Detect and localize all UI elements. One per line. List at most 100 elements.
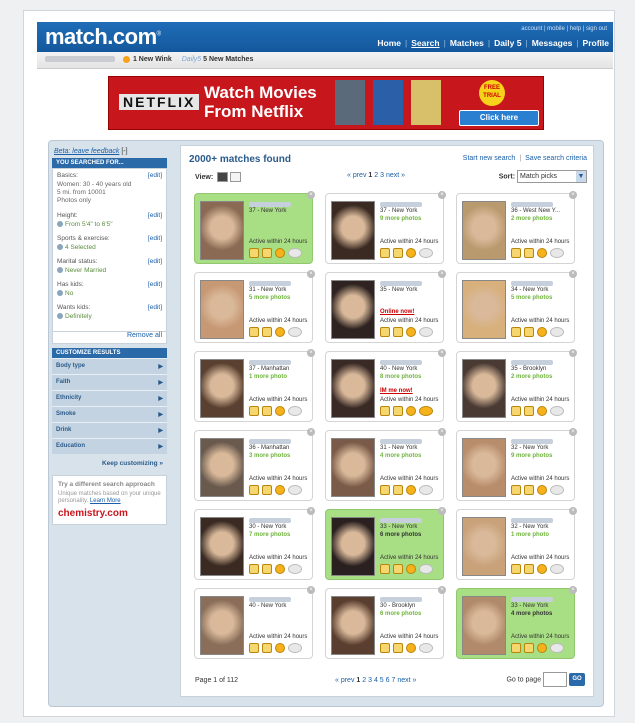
edit-link[interactable]: [edit]	[148, 281, 162, 288]
remove-all-link[interactable]: Remove all	[57, 332, 162, 339]
match-card[interactable]: 34 - New York 5 more photos Active within …	[456, 270, 577, 343]
more-photos-link[interactable]: 5 more photos	[249, 295, 290, 301]
more-photos-link[interactable]: 7 more photos	[249, 532, 290, 538]
email-icon[interactable]	[524, 485, 534, 495]
grid-view-icon[interactable]	[217, 172, 229, 182]
email-icon[interactable]	[393, 643, 403, 653]
smile-icon[interactable]	[537, 248, 547, 258]
close-icon[interactable]: ×	[569, 507, 577, 515]
email-icon[interactable]	[262, 406, 272, 416]
chat-icon[interactable]	[419, 327, 433, 337]
wink-icon[interactable]	[249, 564, 259, 574]
close-icon[interactable]: ×	[438, 270, 446, 278]
smile-icon[interactable]	[406, 564, 416, 574]
wink-icon[interactable]	[249, 643, 259, 653]
profile-name-blurred[interactable]	[249, 360, 291, 365]
more-photos-link[interactable]: 1 more photo	[511, 532, 549, 538]
smile-icon[interactable]	[537, 327, 547, 337]
match-card[interactable]: 31 - New York 5 more photos Active within …	[194, 270, 315, 343]
new-matches-link[interactable]: 5 New Matches	[203, 56, 253, 63]
match-card[interactable]: 30 - New York 7 more photos Active within …	[194, 507, 315, 580]
nav-profile[interactable]: Profile	[583, 38, 609, 48]
smile-icon[interactable]	[537, 406, 547, 416]
more-photos-link[interactable]: 4 more photos	[380, 453, 421, 459]
remove-criteria-icon[interactable]	[57, 267, 63, 274]
profile-name-blurred[interactable]	[249, 518, 291, 523]
profile-name-blurred[interactable]	[380, 360, 422, 365]
close-icon[interactable]: ×	[307, 586, 315, 594]
close-icon[interactable]: ×	[438, 349, 446, 357]
email-icon[interactable]	[524, 406, 534, 416]
more-photos-link[interactable]: 2 more photos	[511, 216, 552, 222]
match-card[interactable]: 35 - New York Online now! Active within 24…	[325, 270, 446, 343]
click-here-button[interactable]: Click here	[459, 110, 539, 126]
sort-select[interactable]: Match picks ▼	[517, 170, 587, 183]
online-status-link[interactable]: Online now!	[380, 309, 414, 315]
wink-icon[interactable]	[511, 564, 521, 574]
profile-name-blurred[interactable]	[380, 518, 422, 523]
smile-icon[interactable]	[275, 485, 285, 495]
customize-item[interactable]: Drink ▶	[52, 422, 167, 438]
edit-link[interactable]: [edit]	[148, 258, 162, 265]
account-links[interactable]: account | mobile | help | sign out	[521, 26, 607, 32]
match-card[interactable]: 36 - Manhattan 3 more photos Active within…	[194, 428, 315, 501]
netflix-ad-banner[interactable]: NETFLIX Watch Movies From Netflix FREE TR…	[108, 76, 544, 130]
more-photos-link[interactable]: 8 more photos	[380, 374, 421, 380]
match-card[interactable]: 37 - New York Active within 24 hours ×	[194, 191, 315, 264]
email-icon[interactable]	[524, 327, 534, 337]
wink-icon[interactable]	[380, 248, 390, 258]
wink-icon[interactable]	[249, 406, 259, 416]
profile-name-blurred[interactable]	[249, 281, 291, 286]
smile-icon[interactable]	[275, 564, 285, 574]
more-photos-link[interactable]: 4 more photos	[511, 611, 552, 617]
smile-icon[interactable]	[406, 327, 416, 337]
nav-home[interactable]: Home	[377, 38, 401, 48]
chat-icon[interactable]	[419, 643, 433, 653]
wink-icon[interactable]	[511, 643, 521, 653]
wink-icon[interactable]	[511, 406, 521, 416]
email-icon[interactable]	[262, 485, 272, 495]
chat-icon[interactable]	[419, 564, 433, 574]
profile-photo[interactable]	[331, 359, 375, 418]
wink-icon[interactable]	[380, 643, 390, 653]
email-icon[interactable]	[524, 643, 534, 653]
profile-photo[interactable]	[331, 201, 375, 260]
keep-customizing-link[interactable]: Keep customizing »	[52, 454, 167, 473]
wink-icon[interactable]	[511, 327, 521, 337]
match-card[interactable]: 33 - New York 4 more photos Active within …	[456, 586, 577, 659]
close-icon[interactable]: ×	[569, 191, 577, 199]
remove-criteria-icon[interactable]	[57, 290, 63, 297]
email-icon[interactable]	[262, 643, 272, 653]
edit-link[interactable]: [edit]	[148, 304, 162, 311]
email-icon[interactable]	[524, 564, 534, 574]
profile-name-blurred[interactable]	[511, 281, 553, 286]
chemistry-logo[interactable]: chemistry.com	[58, 508, 161, 519]
wink-icon[interactable]	[380, 406, 390, 416]
match-card[interactable]: 31 - New York 4 more photos Active within …	[325, 428, 446, 501]
more-photos-link[interactable]: 3 more photos	[249, 453, 290, 459]
profile-photo[interactable]	[462, 517, 506, 576]
go-button[interactable]: GO	[569, 673, 585, 686]
match-logo[interactable]: match.com®	[45, 24, 161, 50]
profile-name-blurred[interactable]	[511, 360, 553, 365]
match-card[interactable]: 33 - New York 6 more photos Active within …	[325, 507, 446, 580]
chat-icon[interactable]	[419, 248, 433, 258]
profile-photo[interactable]	[200, 596, 244, 655]
profile-name-blurred[interactable]	[249, 202, 291, 207]
profile-photo[interactable]	[331, 517, 375, 576]
email-icon[interactable]	[524, 248, 534, 258]
chat-icon[interactable]	[550, 406, 564, 416]
nav-matches[interactable]: Matches	[450, 38, 484, 48]
match-card[interactable]: 36 - West New Y... 2 more photos Active wi…	[456, 191, 577, 264]
remove-criteria-icon[interactable]	[57, 221, 63, 228]
smile-icon[interactable]	[275, 406, 285, 416]
nav-search[interactable]: Search	[411, 38, 439, 48]
profile-name-blurred[interactable]	[380, 281, 422, 286]
chemistry-promo[interactable]: Try a different search approach Unique m…	[52, 475, 167, 525]
close-icon[interactable]: ×	[438, 507, 446, 515]
nav-daily-5[interactable]: Daily 5	[494, 38, 521, 48]
chat-icon[interactable]	[550, 485, 564, 495]
close-icon[interactable]: ×	[569, 586, 577, 594]
chat-icon[interactable]	[550, 643, 564, 653]
close-icon[interactable]: ×	[438, 428, 446, 436]
